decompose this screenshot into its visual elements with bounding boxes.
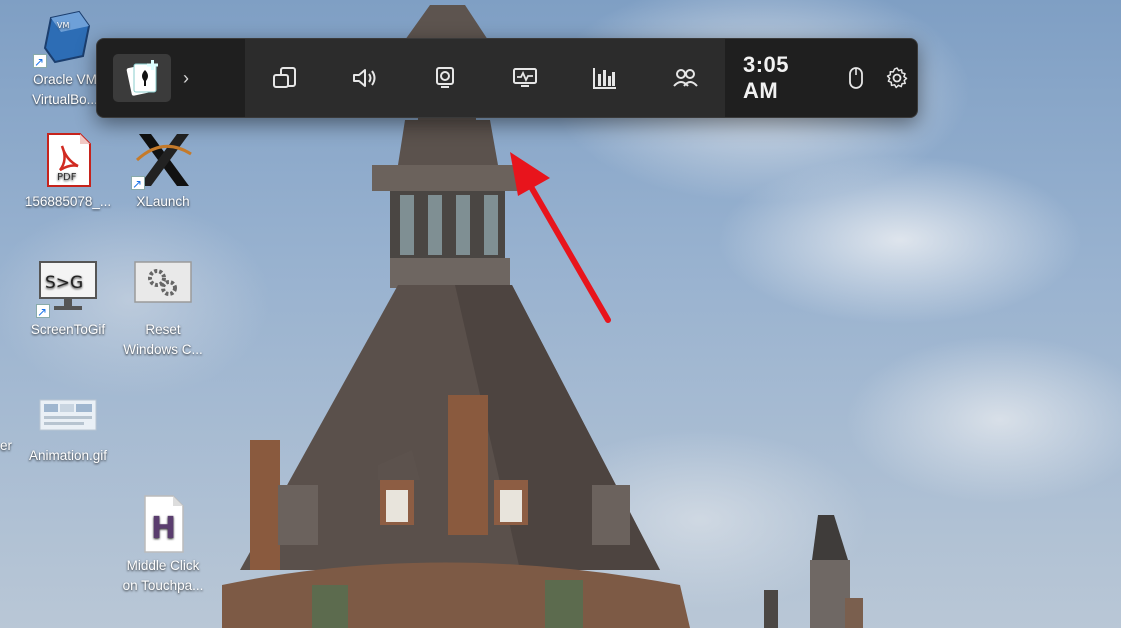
offscreen-icon-label: er — [0, 438, 13, 453]
resources-icon — [592, 68, 616, 89]
desktop-icon-middle-click[interactable]: H Middle Click on Touchpa... — [115, 494, 211, 596]
capture-button[interactable] — [405, 39, 485, 117]
shortcut-arrow-icon — [36, 302, 50, 322]
mouse-icon — [848, 67, 863, 89]
pdf-badge-text: PDF — [57, 172, 77, 183]
gamebar-app-section: › — [97, 39, 245, 117]
clock-display: 3:05 AM — [742, 52, 789, 103]
capture-icon — [435, 67, 454, 88]
middle-click-glyph: H — [151, 511, 176, 546]
shortcut-arrow-icon — [131, 174, 145, 194]
desktop-icon-label: Animation.gif — [28, 448, 108, 463]
desktop-icon-xlaunch[interactable]: XLaunch — [115, 130, 211, 212]
desktop-icon-label: ScreenToGif — [30, 322, 106, 337]
xbox-social-button[interactable] — [645, 39, 725, 117]
virtualbox-icon: VM — [33, 8, 95, 72]
desktop-icon-label: Windows C... — [123, 342, 203, 357]
mouse-lock-button[interactable] — [835, 66, 876, 90]
gamebar-widget-buttons — [244, 39, 725, 117]
solitaire-icon — [126, 60, 158, 96]
screentogif-glyph: S>G — [45, 273, 83, 293]
audio-icon — [352, 69, 376, 87]
resources-button[interactable] — [565, 39, 645, 117]
desktop-icon-label: Middle Click — [126, 558, 200, 573]
gif-thumbnail-icon — [38, 384, 98, 444]
desktop-icon-label: Reset — [145, 322, 181, 337]
widget-menu-icon — [272, 67, 296, 88]
settings-script-icon — [133, 258, 193, 318]
desktop-icon-animation-gif[interactable]: Animation.gif — [20, 384, 116, 466]
screentogif-icon: S>G — [36, 258, 98, 322]
gear-icon — [886, 67, 907, 89]
widget-menu-button[interactable] — [245, 39, 325, 117]
desktop-icon-label: 156885078_... — [24, 194, 112, 209]
gamebar-right-section: 3:05 AM — [725, 39, 917, 117]
desktop-icon-label: on Touchpa... — [122, 578, 204, 593]
solitaire-app-button[interactable] — [113, 54, 171, 102]
desktop-icon-label: XLaunch — [136, 194, 190, 209]
audio-button[interactable] — [325, 39, 405, 117]
ahk-script-icon: H — [133, 494, 193, 554]
svg-text:VM: VM — [57, 21, 69, 30]
desktop-icon-pdf[interactable]: PDF 156885078_... — [20, 130, 116, 212]
settings-button[interactable] — [876, 66, 917, 90]
shortcut-arrow-icon — [33, 52, 47, 72]
desktop-icon-reset-windows[interactable]: Reset Windows C... — [115, 258, 211, 360]
performance-icon — [512, 68, 537, 87]
chevron-right-icon[interactable]: › — [183, 68, 189, 89]
pdf-icon: PDF — [38, 130, 98, 190]
xbox-social-icon — [673, 69, 698, 87]
desktop-icon-screentogif[interactable]: S>G ScreenToGif — [20, 258, 116, 340]
xlaunch-icon — [131, 130, 193, 194]
performance-button[interactable] — [485, 39, 565, 117]
xbox-game-bar: › 3:05 AM — [96, 38, 918, 118]
